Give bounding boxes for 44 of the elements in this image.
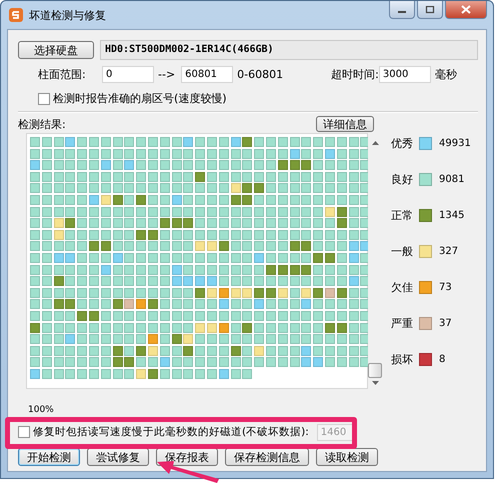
unit-label: 毫秒 <box>434 67 457 82</box>
legend-count: 37 <box>439 318 452 329</box>
action-button[interactable]: 开始检测 <box>18 448 80 466</box>
legend-label: 欠佳 <box>391 280 414 295</box>
legend-label: 一般 <box>391 244 414 259</box>
action-button[interactable]: 读取检测 <box>316 448 378 466</box>
window-title: 坏道检测与修复 <box>29 8 107 22</box>
legend-label: 严重 <box>391 316 414 331</box>
legend-count: 9081 <box>439 174 464 185</box>
details-button[interactable]: 详细信息 <box>316 116 374 132</box>
checkbox[interactable] <box>38 92 50 104</box>
scroll-down-icon <box>372 381 378 385</box>
arrow-label: --> <box>158 68 176 81</box>
legend-label: 优秀 <box>391 136 414 151</box>
scroll-thumb[interactable] <box>368 363 382 378</box>
disk-field[interactable]: HD0:ST500DM002-1ER14C(466GB) <box>100 40 478 60</box>
range-end-field[interactable]: 60801 <box>181 66 234 83</box>
maximize-button[interactable] <box>417 1 443 19</box>
range-label: 柱面范围: <box>38 67 87 82</box>
legend-count: 73 <box>439 282 452 293</box>
scroll-up-icon <box>372 141 378 145</box>
timeout-label: 超时时间: <box>331 67 379 82</box>
select-disk-button[interactable]: 选择硬盘 <box>18 41 94 59</box>
maximize-icon <box>425 6 435 14</box>
legend-label: 正常 <box>391 208 414 223</box>
action-button[interactable]: 尝试修复 <box>87 448 149 466</box>
checkbox-label: 检测时报告准确的扇区号(速度较慢) <box>53 91 227 106</box>
legend-count: 49931 <box>439 138 471 149</box>
range-hint: 0-60801 <box>237 68 284 81</box>
close-button[interactable] <box>445 1 487 19</box>
legend-count: 8 <box>439 354 446 365</box>
checkbox-label: 修复时包括读写速度慢于此毫秒数的好磁道(不破坏数据): <box>33 425 309 439</box>
legend-count: 1345 <box>439 210 464 221</box>
legend-label: 损坏 <box>391 352 414 367</box>
progress-text: 100% <box>28 405 55 415</box>
range-start-field[interactable]: 0 <box>102 66 154 83</box>
minimize-button[interactable] <box>389 1 415 19</box>
legend-count: 327 <box>439 246 458 257</box>
results-label: 检测结果: <box>18 116 66 132</box>
app-icon <box>9 8 23 22</box>
timeout-field[interactable]: 3000 <box>378 66 431 83</box>
action-button[interactable]: 保存检测信息 <box>225 448 309 466</box>
legend-label: 良好 <box>391 172 414 187</box>
close-icon <box>461 5 471 14</box>
